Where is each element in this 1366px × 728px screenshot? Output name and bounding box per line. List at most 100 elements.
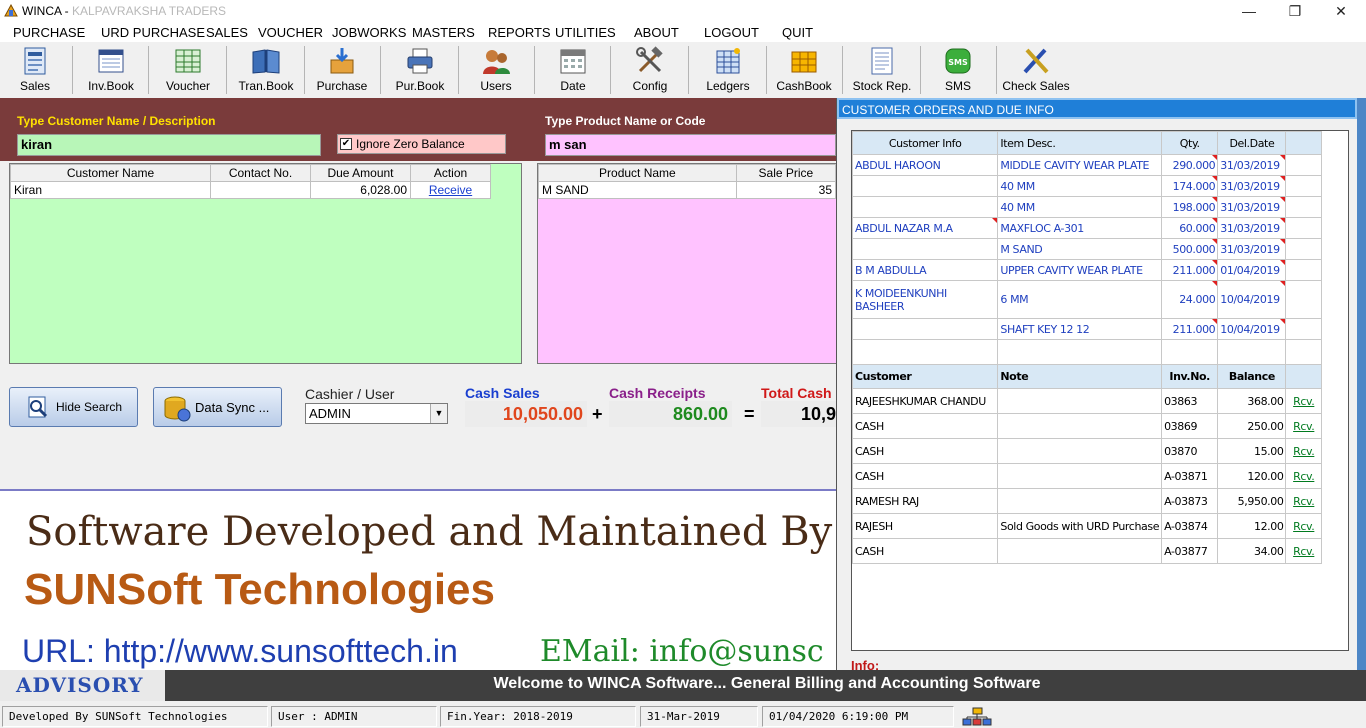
menu-quit[interactable]: QUIT bbox=[782, 25, 813, 40]
customer-search-input[interactable]: kiran bbox=[17, 134, 321, 156]
toolbar-label: Voucher bbox=[165, 79, 211, 93]
due-note-cell bbox=[997, 538, 1163, 564]
receive-link[interactable]: Rcv. bbox=[1293, 545, 1315, 558]
order-row[interactable]: 40 MM 174.000 31/03/2019 bbox=[851, 175, 1322, 197]
due-row[interactable]: CASH A-03871 120.00 Rcv. bbox=[851, 463, 1322, 489]
toolbar-voucher-button[interactable]: Voucher bbox=[152, 42, 224, 97]
order-date-cell: 10/04/2019 bbox=[1217, 280, 1287, 319]
receive-link[interactable]: Rcv. bbox=[1293, 495, 1315, 508]
toolbar-sms-button[interactable]: SMS SMS bbox=[922, 42, 994, 97]
order-row[interactable]: M SAND 500.000 31/03/2019 bbox=[851, 238, 1322, 260]
toolbar-tranbook-button[interactable]: Tran.Book bbox=[230, 42, 302, 97]
due-row[interactable]: RAJEESHKUMAR CHANDU 03863 368.00 Rcv. bbox=[851, 388, 1322, 414]
toolbar-cashbook-button[interactable]: CashBook bbox=[768, 42, 840, 97]
product-name-cell: M SAND bbox=[538, 181, 737, 199]
column-header: Inv.No. bbox=[1161, 364, 1219, 389]
due-row[interactable]: CASH 03870 15.00 Rcv. bbox=[851, 438, 1322, 464]
toolbar-sales-button[interactable]: Sales bbox=[0, 42, 70, 97]
banner-tagline: Software Developed and Maintained By bbox=[26, 509, 833, 555]
advisory-badge-text: ADVISORY bbox=[16, 673, 144, 697]
menu-logout[interactable]: LOGOUT bbox=[704, 25, 759, 40]
column-header: Qty. bbox=[1161, 131, 1219, 155]
order-empty-cell bbox=[1285, 259, 1322, 281]
due-invoice-cell: A-03877 bbox=[1161, 538, 1219, 564]
toolbar-config-button[interactable]: Config bbox=[614, 42, 686, 97]
hide-search-button[interactable]: Hide Search bbox=[9, 387, 138, 427]
toolbar-purchase-button[interactable]: Purchase bbox=[306, 42, 378, 97]
column-header[interactable]: Action bbox=[410, 164, 491, 182]
toolbar-date-button[interactable]: Date bbox=[538, 42, 608, 97]
receive-link[interactable]: Rcv. bbox=[1293, 395, 1315, 408]
order-row[interactable]: ABDUL NAZAR M.A MAXFLOC A-301 60.000 31/03/… bbox=[851, 217, 1322, 239]
column-header[interactable]: Customer Name bbox=[10, 164, 211, 182]
order-qty-cell: 290.000 bbox=[1161, 154, 1219, 176]
cashier-select[interactable]: ADMIN ▼ bbox=[305, 403, 448, 424]
order-customer-cell bbox=[851, 318, 999, 340]
order-item-cell: MIDDLE CAVITY WEAR PLATE bbox=[997, 154, 1163, 176]
invoice-book-icon bbox=[98, 49, 124, 73]
toolbar-checksales-button[interactable]: Check Sales bbox=[998, 42, 1074, 97]
due-row[interactable]: CASH 03869 250.00 Rcv. bbox=[851, 413, 1322, 439]
order-customer-cell bbox=[851, 175, 999, 197]
column-header[interactable]: Contact No. bbox=[210, 164, 311, 182]
toolbar-users-button[interactable]: Users bbox=[460, 42, 532, 97]
order-row-empty bbox=[851, 339, 1322, 365]
ignore-zero-balance-checkbox[interactable]: ✔ Ignore Zero Balance bbox=[337, 134, 506, 154]
toolbar-label: Sales bbox=[19, 79, 51, 93]
menu-voucher[interactable]: VOUCHER bbox=[258, 25, 323, 40]
total-cash-label: Total Cash bbox=[761, 385, 832, 401]
order-row[interactable]: B M ABDULLA UPPER CAVITY WEAR PLATE 211.00… bbox=[851, 259, 1322, 281]
network-status-icon[interactable] bbox=[962, 707, 992, 726]
menu-utilities[interactable]: UTILITIES bbox=[555, 25, 616, 40]
order-empty-cell bbox=[1285, 217, 1322, 239]
column-header[interactable]: Product Name bbox=[538, 164, 737, 182]
hide-search-label: Hide Search bbox=[56, 400, 123, 414]
minimize-button[interactable]: — bbox=[1226, 0, 1272, 22]
menu-reports[interactable]: REPORTS bbox=[488, 25, 551, 40]
order-customer-cell: K MOIDEENKUNHI BASHEER bbox=[851, 280, 999, 319]
chevron-down-icon: ▼ bbox=[430, 404, 447, 423]
toolbar-label: Users bbox=[480, 79, 512, 93]
due-invoice-cell: 03869 bbox=[1161, 413, 1219, 439]
data-sync-button[interactable]: Data Sync ... bbox=[153, 387, 282, 427]
toolbar-invbook-button[interactable]: Inv.Book bbox=[76, 42, 146, 97]
table-row[interactable]: Kiran 6,028.00 Receive bbox=[10, 181, 491, 199]
due-row[interactable]: RAJESH Sold Goods with URD Purchase A-0387… bbox=[851, 513, 1322, 539]
receive-link[interactable]: Rcv. bbox=[1293, 445, 1315, 458]
receive-link[interactable]: Rcv. bbox=[1293, 420, 1315, 433]
order-row[interactable]: SHAFT KEY 12 12 211.000 10/04/2019 bbox=[851, 318, 1322, 340]
toolbar-purbook-button[interactable]: Pur.Book bbox=[384, 42, 456, 97]
product-search-input[interactable]: m san bbox=[545, 134, 836, 156]
table-row[interactable]: M SAND 35 bbox=[538, 181, 836, 199]
close-button[interactable]: ✕ bbox=[1318, 0, 1364, 22]
order-date-cell: 31/03/2019 bbox=[1217, 154, 1287, 176]
order-row[interactable]: ABDUL HAROON MIDDLE CAVITY WEAR PLATE 290.… bbox=[851, 154, 1322, 176]
due-row[interactable]: CASH A-03877 34.00 Rcv. bbox=[851, 538, 1322, 564]
menu-urd-purchase[interactable]: URD PURCHASE bbox=[101, 25, 205, 40]
due-customer-cell: CASH bbox=[851, 438, 999, 464]
order-item-cell: SHAFT KEY 12 12 bbox=[997, 318, 1163, 340]
menu-jobworks[interactable]: JOBWORKS bbox=[332, 25, 406, 40]
toolbar-divider bbox=[688, 46, 689, 94]
order-row[interactable]: 40 MM 198.000 31/03/2019 bbox=[851, 196, 1322, 218]
order-row[interactable]: K MOIDEENKUNHI BASHEER 6 MM 24.000 10/04/20… bbox=[851, 280, 1322, 319]
menu-sales[interactable]: SALES bbox=[206, 25, 248, 40]
restore-button[interactable]: ❐ bbox=[1272, 0, 1318, 22]
data-sync-label: Data Sync ... bbox=[195, 400, 270, 415]
menu-masters[interactable]: MASTERS bbox=[412, 25, 475, 40]
orders-list-box: Customer Info Item Desc. Qty. Del.Date A… bbox=[851, 130, 1349, 651]
receive-link[interactable]: Receive bbox=[429, 183, 472, 197]
order-date-cell: 31/03/2019 bbox=[1217, 217, 1287, 239]
banner-url: URL: http://www.sunsofttech.in bbox=[22, 633, 458, 669]
due-note-cell bbox=[997, 463, 1163, 489]
menu-about[interactable]: ABOUT bbox=[634, 25, 679, 40]
receive-link[interactable]: Rcv. bbox=[1293, 520, 1315, 533]
menu-purchase[interactable]: PURCHASE bbox=[13, 25, 85, 40]
receive-link[interactable]: Rcv. bbox=[1293, 470, 1315, 483]
toolbar-ledgers-button[interactable]: Ledgers bbox=[692, 42, 764, 97]
due-row[interactable]: RAMESH RAJ A-03873 5,950.00 Rcv. bbox=[851, 488, 1322, 514]
toolbar-stockrep-button[interactable]: Stock Rep. bbox=[846, 42, 918, 97]
column-header[interactable]: Sale Price bbox=[735, 164, 836, 182]
order-qty-cell: 211.000 bbox=[1161, 259, 1219, 281]
column-header[interactable]: Due Amount bbox=[310, 164, 411, 182]
